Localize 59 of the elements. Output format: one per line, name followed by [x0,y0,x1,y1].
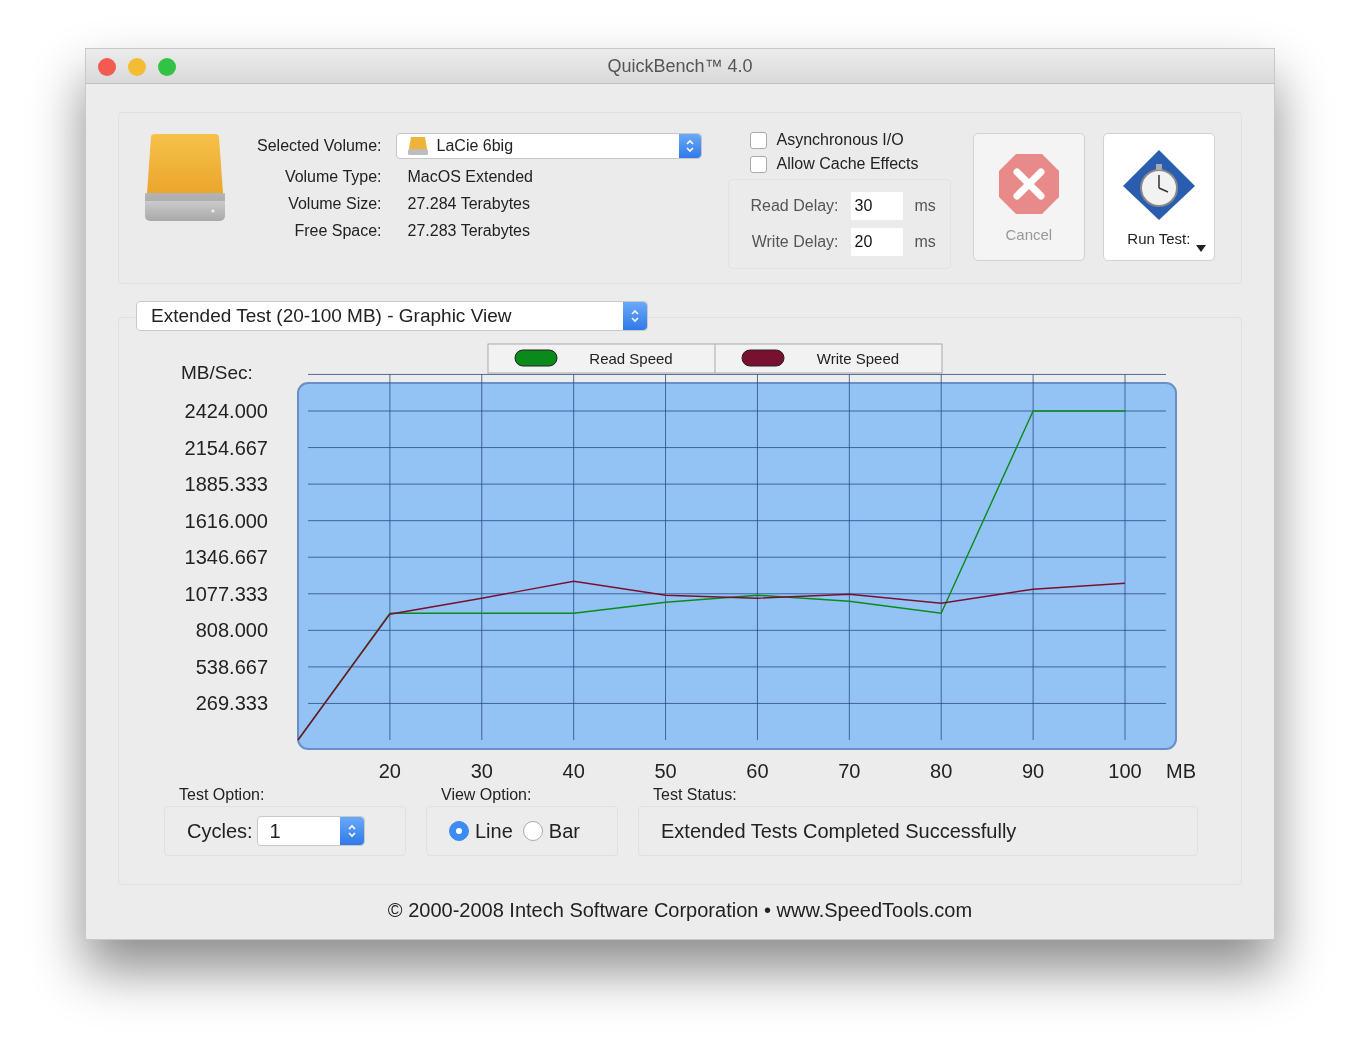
minimize-button[interactable] [128,58,146,76]
y-tick-label: 1077.333 [184,582,268,605]
field-value: MacOS Extended [406,168,534,186]
dropdown-arrow-icon [1195,245,1206,252]
delay-input[interactable]: 30 [850,192,903,220]
x-tick-label: 100 [1108,760,1142,782]
y-tick-label: 1885.333 [184,473,268,496]
y-tick-label: 808.000 [195,619,268,642]
x-tick-label: 80 [930,760,953,782]
x-tick-label: 70 [838,760,861,782]
close-button[interactable] [98,58,116,76]
zoom-button[interactable] [158,58,176,76]
field-value: 27.284 Terabytes [406,195,531,213]
copyright-text: © 2000-2008 Intech Software Corporation • www.SpeedTools.com [386,899,974,922]
y-tick-label: 2424.000 [184,400,268,422]
y-tick-label: 1616.000 [184,509,268,532]
checkbox[interactable]: Allow Cache Effects [727,155,951,173]
status-message: Extended Tests Completed Successfully [661,819,1017,843]
delay-input[interactable]: 20 [850,228,903,256]
cycles-stepper[interactable]: 1 [256,816,365,846]
legend-label: Write Speed [816,350,900,367]
section-label: Test Option: [179,786,266,804]
field-label: Volume Size: [287,195,382,213]
section-label: View Option: [441,786,533,804]
volume-dropdown[interactable]: LaCie 6big [395,133,702,159]
x-tick-label: 40 [562,760,585,782]
radio-button[interactable]: Bar [522,819,580,843]
test-view-dropdown[interactable]: Extended Test (20-100 MB) - Graphic View [136,301,648,331]
x-tick-label: 30 [470,760,493,782]
run-test-button[interactable]: Run Test: [1102,133,1215,261]
y-axis-title: MB/Sec: [181,362,253,383]
x-tick-label: 90 [1022,760,1045,782]
stop-sign-icon [996,151,1061,216]
drive-icon [406,136,429,156]
delay-label: Write Delay: [750,233,839,251]
stepper-icon [623,302,647,330]
stepper-icon [678,134,701,158]
cycles-label: Cycles: [187,819,253,843]
y-tick-label: 538.667 [195,655,268,678]
field-label: Free Space: [293,222,382,240]
y-tick-label: 269.333 [195,692,268,715]
field-label: Volume Type: [283,168,382,186]
legend-label: Read Speed [589,350,673,367]
checkbox[interactable]: Asynchronous I/O [727,131,951,149]
x-axis-title: MB [1166,760,1196,782]
y-tick-label: 1346.667 [184,546,268,569]
x-tick-label: 60 [746,760,769,782]
stepper-icon [339,817,364,845]
field-label: Selected Volume: [257,137,382,155]
unit-label: ms [914,197,936,215]
delay-label: Read Delay: [749,197,839,215]
x-tick-label: 20 [378,760,401,782]
field-value: 27.283 Terabytes [406,222,531,240]
x-tick-label: 50 [654,760,677,782]
window-title: QuickBench™ 4.0 [607,55,753,77]
unit-label: ms [914,233,936,251]
radio-button[interactable]: Line [449,819,513,843]
y-tick-label: 2154.667 [184,436,268,459]
section-label: Test Status: [653,786,738,804]
